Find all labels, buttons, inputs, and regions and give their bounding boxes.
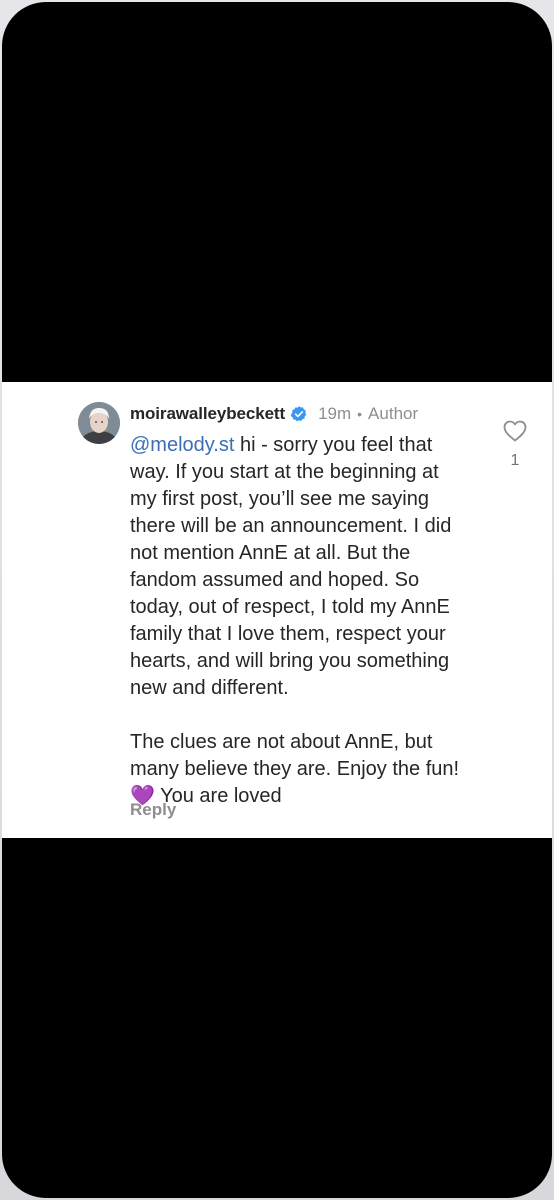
like-area: 1 <box>500 420 530 470</box>
username[interactable]: moirawalleybeckett <box>130 404 285 424</box>
separator-dot: • <box>357 406 363 422</box>
screen: moirawalleybeckett 19m • Author @melody.… <box>2 2 552 1198</box>
comment-line: hearts, and will bring you something <box>130 650 450 672</box>
comment-line: my first post, you’ll see me saying <box>130 488 429 510</box>
avatar-photo-icon <box>78 402 120 444</box>
comment-line: today, out of respect, I told my AnnE <box>130 596 450 618</box>
comment-line: @melody.st hi - sorry you feel that <box>130 434 433 456</box>
verified-badge-icon <box>290 406 307 422</box>
comment-line: new and different. <box>130 677 289 699</box>
timestamp: 19m <box>318 404 352 423</box>
reply-button[interactable]: Reply <box>130 800 176 820</box>
comment-text: @melody.st hi - sorry you feel that way.… <box>130 432 485 810</box>
heart-outline-icon[interactable] <box>503 420 527 442</box>
comment-line: way. If you start at the beginning at <box>130 461 439 483</box>
avatar[interactable] <box>78 402 120 444</box>
comment-header: moirawalleybeckett 19m • Author <box>130 402 418 426</box>
author-label: Author <box>368 404 419 423</box>
like-count: 1 <box>510 452 520 469</box>
comment-line: 💜 You are loved <box>130 785 282 807</box>
comment-line: there will be an announcement. I did <box>130 515 452 537</box>
comment-line: The clues are not about AnnE, but <box>130 731 433 753</box>
device-frame: moirawalleybeckett 19m • Author @melody.… <box>0 0 554 1200</box>
comment-line: fandom assumed and hoped. So <box>130 569 420 591</box>
comment-line: not mention AnnE at all. But the <box>130 542 411 564</box>
comment-card: moirawalleybeckett 19m • Author @melody.… <box>2 382 552 838</box>
comment-line: many believe they are. Enjoy the fun! <box>130 758 460 780</box>
comment-line: family that I love them, respect your <box>130 623 446 645</box>
mention-link[interactable]: @melody.st <box>130 434 234 456</box>
